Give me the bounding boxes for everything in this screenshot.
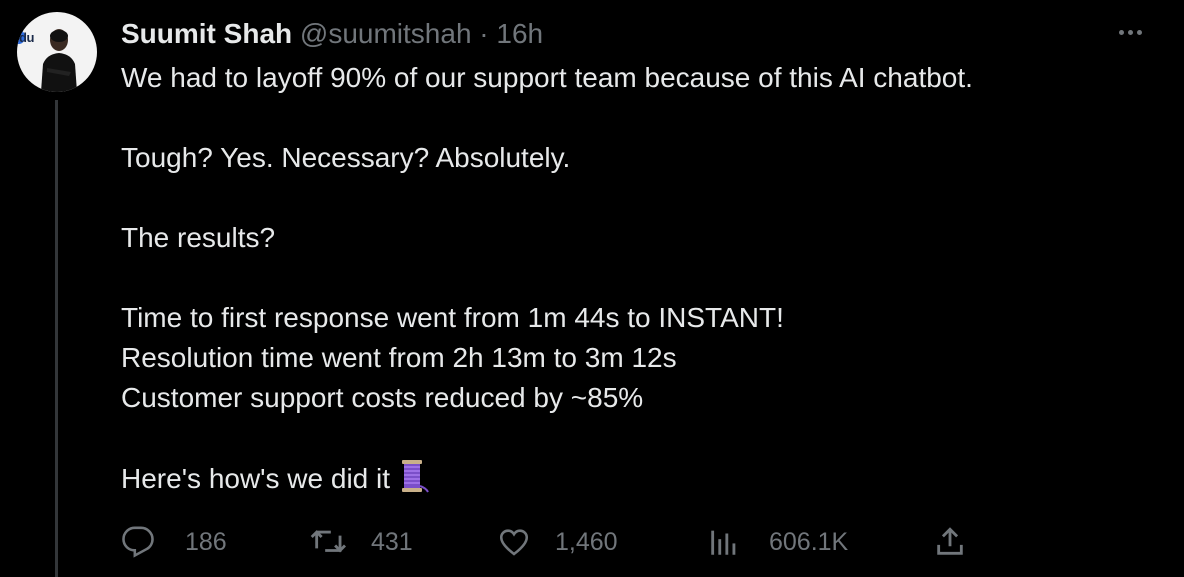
share-icon <box>937 527 963 555</box>
tweet-line: Time to first response went from 1m 44s … <box>121 302 784 333</box>
tweet-body: We had to layoff 90% of our support team… <box>121 58 1161 498</box>
like-button[interactable]: 1,460 <box>497 522 618 562</box>
like-count: 1,460 <box>555 527 618 556</box>
views-button[interactable]: 606.1K <box>707 522 848 562</box>
more-dot-icon <box>1136 29 1142 35</box>
tweet-line: The results? <box>121 222 276 253</box>
retweet-count: 431 <box>371 527 413 556</box>
tweet: du Suumit Shah @suumitshah · 16h We had … <box>0 0 1184 577</box>
tweet-line-text: Here's how's we did it <box>121 463 391 494</box>
more-dot-icon <box>1127 29 1133 35</box>
tweet-actions: 186 431 1,460 606.1K <box>121 522 1021 562</box>
tweet-line <box>121 418 1161 458</box>
tweet-line: Resolution time went from 2h 13m to 3m 1… <box>121 342 677 373</box>
tweet-line <box>121 178 1161 218</box>
tweet-line <box>121 98 1161 138</box>
view-count: 606.1K <box>769 527 849 556</box>
tweet-line: We had to layoff 90% of our support team… <box>121 62 973 93</box>
author-name[interactable]: Suumit Shah <box>121 18 292 49</box>
tweet-line: Customer support costs reduced by ~85% <box>121 382 644 413</box>
analytics-icon <box>711 530 736 555</box>
avatar[interactable]: du <box>17 12 97 92</box>
more-dot-icon <box>1118 29 1124 35</box>
reply-count: 186 <box>185 527 227 556</box>
tweet-line <box>121 258 1161 298</box>
avatar-person-figure <box>41 29 77 92</box>
more-options-button[interactable] <box>1112 20 1148 44</box>
thread-spool-icon <box>396 458 430 505</box>
header-separator: · <box>479 18 489 49</box>
share-button[interactable] <box>933 522 967 562</box>
tweet-line-last: Here's how's we did it <box>121 458 1161 498</box>
heart-icon <box>499 529 529 556</box>
tweet-line: Tough? Yes. Necessary? Absolutely. <box>121 142 571 173</box>
tweet-timestamp[interactable]: 16h <box>496 18 543 49</box>
retweet-icon <box>310 530 347 553</box>
tweet-header: Suumit Shah @suumitshah · 16h <box>121 16 543 52</box>
reply-button[interactable]: 186 <box>121 522 227 562</box>
reply-icon <box>122 526 154 558</box>
retweet-button[interactable]: 431 <box>309 522 413 562</box>
author-handle[interactable]: @suumitshah <box>300 18 472 49</box>
thread-line <box>55 100 58 577</box>
